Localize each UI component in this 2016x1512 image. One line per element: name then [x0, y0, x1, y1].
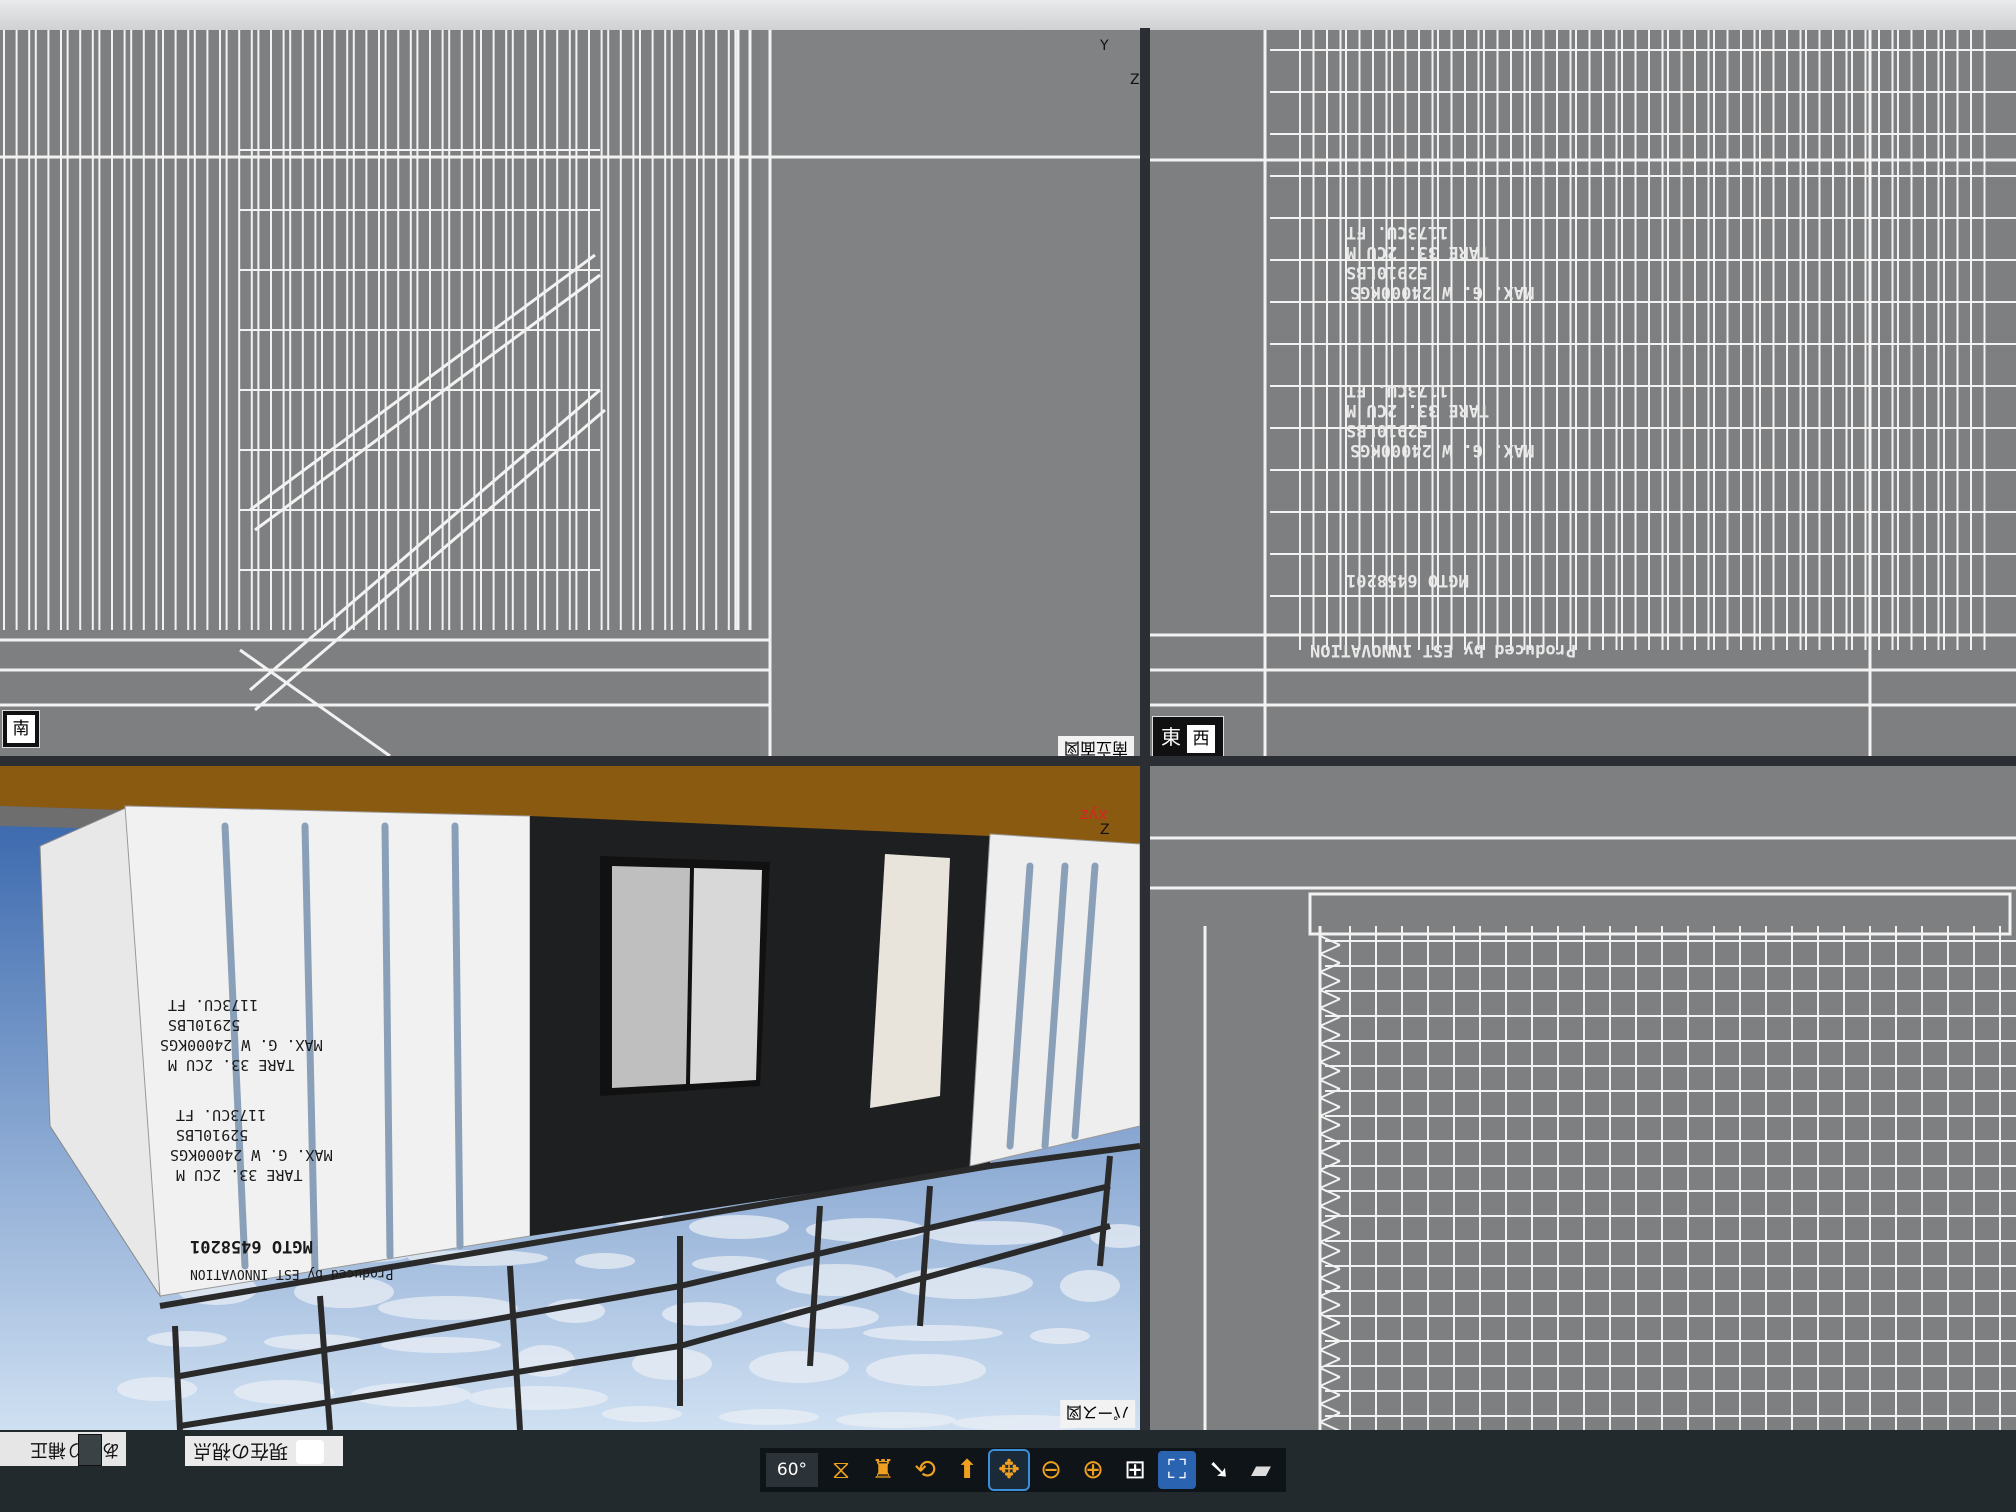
container-text-tare-1: TARE 33. 2CU M — [168, 1056, 295, 1074]
wire-text-maker: Produced by EST INNOVATION — [1310, 640, 1577, 660]
perspective-view-label: パース図 — [1060, 1400, 1136, 1428]
viewport-east-elevation[interactable]: MAX. G. W 24000KGS 52910LBS TARE 33. 2CU… — [1150, 30, 2016, 756]
tilt-correction-label[interactable]: あおり補正 — [0, 1432, 126, 1466]
container-text-cuft-1: 1173CU. FT — [168, 996, 259, 1014]
container-text-code: MGTO 6458201 — [190, 1236, 313, 1256]
container-text-maxgw-1: MAX. G. W 24000KGS — [160, 1036, 323, 1054]
perspective-render — [0, 766, 1140, 1430]
zoom-out-tool-icon[interactable]: ⊖ — [1032, 1451, 1070, 1489]
viewport-splitter-vertical[interactable] — [1140, 28, 1150, 1448]
tilt-tool-icon[interactable]: ⧖ — [822, 1451, 860, 1489]
zoom-in-tool-icon[interactable]: ⊕ — [1074, 1451, 1112, 1489]
title-bar — [0, 0, 2016, 30]
viewport-label-south: 南 — [2, 710, 40, 748]
container-text-cuft-2: 1173CU. FT — [176, 1106, 267, 1124]
wireframe-east — [1150, 30, 2016, 756]
wire-text-tare-2: TARE 33. 2CU M — [1346, 400, 1490, 420]
axis-indicator-z: Z — [1130, 72, 1140, 88]
wire-text-tare-1: TARE 33. 2CU M — [1346, 242, 1490, 262]
axis-indicator-z-persp: Z — [1100, 822, 1110, 838]
orbit-tool-icon[interactable]: ⟲ — [906, 1451, 944, 1489]
wire-text-maxgw-2: MAX. G. W 24000KGS — [1350, 440, 1535, 460]
viewport-south-elevation[interactable]: 南 南立面図 Y Z — [0, 30, 1140, 756]
wireframe-south — [0, 30, 1140, 756]
tilt-correction-spinner[interactable] — [78, 1434, 102, 1466]
pan-tool-icon[interactable]: ✥ — [988, 1449, 1030, 1491]
zoom-window-tool-icon[interactable]: ⊞ — [1116, 1451, 1154, 1489]
container-text-lbs-1: 52910LBS — [168, 1016, 241, 1034]
wire-text-code: MGTO 6458201 — [1346, 570, 1469, 590]
wireframe-plan — [1150, 836, 2016, 1430]
wire-text-cuft-2: 1173CU. FT — [1346, 380, 1449, 400]
field-of-view-angle[interactable]: 60° — [766, 1453, 818, 1487]
axis-indicator-y: Y — [1100, 38, 1109, 54]
walk-tool-icon[interactable]: ♜ — [864, 1451, 902, 1489]
render-tool-icon[interactable]: ▰ — [1242, 1451, 1280, 1489]
container-text-maxgw-2: MAX. G. W 24000KGS — [170, 1146, 333, 1164]
camera-icon[interactable] — [296, 1440, 324, 1464]
south-elevation-label: 南立面図 — [1058, 736, 1135, 756]
pointer-tool-icon[interactable]: ➘ — [1200, 1451, 1238, 1489]
container-text-tare-2: TARE 33. 2CU M — [176, 1166, 303, 1184]
viewport-label-east-west: 東西 — [1152, 716, 1224, 756]
wire-text-lbs-2: 52910LBS — [1346, 420, 1428, 440]
wire-text-cuft-1: 1173CU. FT — [1346, 222, 1449, 242]
container-text-maker: Produced by EST INNOVATION — [190, 1266, 394, 1281]
container-text-lbs-2: 52910LBS — [176, 1126, 249, 1144]
wire-text-maxgw-1: MAX. G. W 24000KGS — [1350, 282, 1535, 302]
viewport-perspective[interactable]: MAX. G. W 24000KGS 52910LBS TARE 33. 2CU… — [0, 766, 1140, 1430]
viewport-splitter-horizontal[interactable] — [0, 756, 2016, 766]
up-tool-icon[interactable]: ⬆ — [948, 1451, 986, 1489]
view-toolbar: 60° ⧖ ♜ ⟲ ⬆ ✥ ⊖ ⊕ ⊞ ⛶ ➘ ▰ — [760, 1448, 1286, 1492]
viewport-plan[interactable] — [1150, 766, 2016, 1430]
zoom-extents-tool-icon[interactable]: ⛶ — [1158, 1451, 1196, 1489]
wire-text-lbs-1: 52910LBS — [1346, 262, 1428, 282]
